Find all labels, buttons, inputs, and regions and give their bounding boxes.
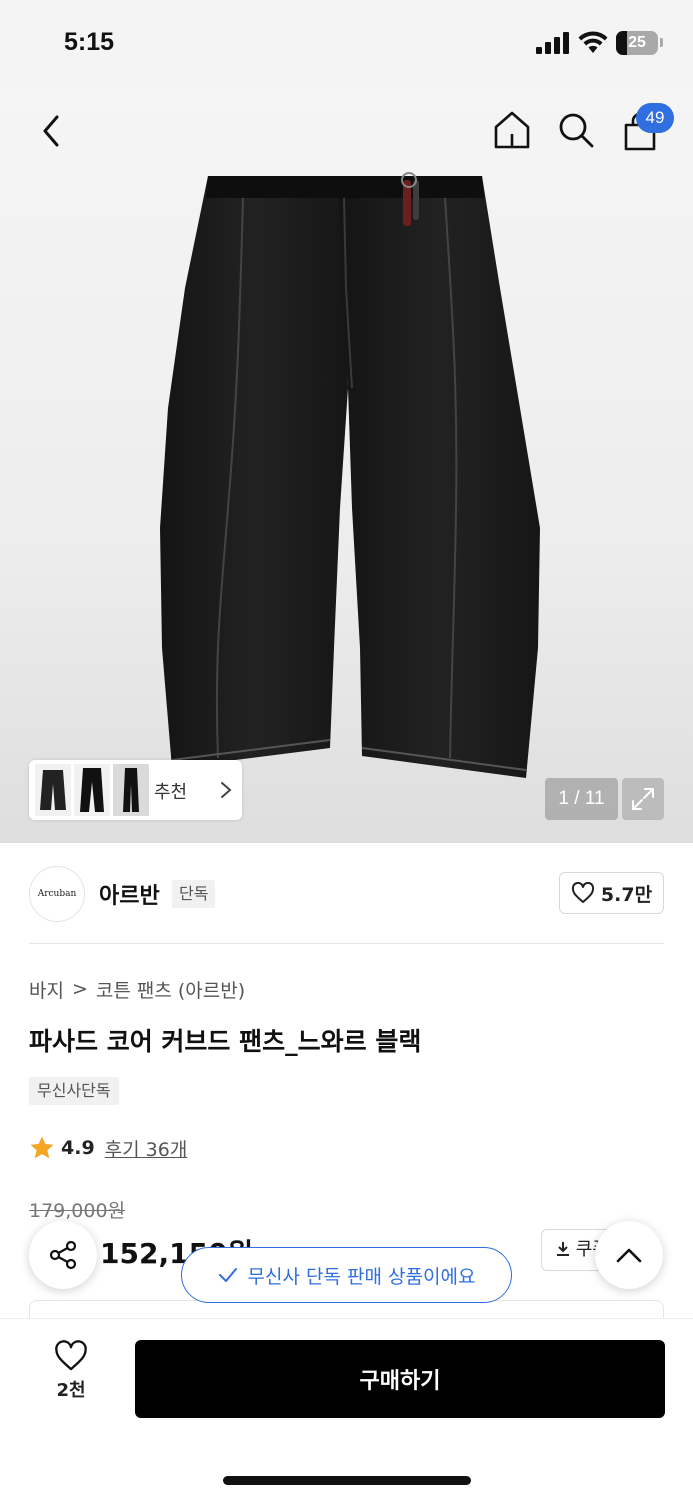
brand-logo-text: Arcuban [37,889,77,899]
image-counter: 1 / 11 [545,778,618,820]
pants-thumbnail-icon [123,768,139,812]
original-price: 179,000원 [29,1200,126,1222]
wifi-icon [578,31,608,53]
rating-score: 4.9 [61,1137,95,1159]
status-bar: 5:15 25 [0,0,693,88]
brand-exclusive-badge: 단독 [172,880,216,908]
back-button[interactable] [34,110,68,152]
breadcrumb-category[interactable]: 바지 [29,976,64,1003]
share-icon [49,1240,77,1270]
battery-percent: 25 [628,34,646,51]
home-button[interactable] [490,108,534,152]
cellular-signal-icon [536,32,569,54]
expand-button[interactable] [622,778,664,820]
divider [29,943,664,944]
toast-text: 무신사 단독 판매 상품이에요 [247,1265,476,1288]
product-title: 파사드 코어 커브드 팬츠_느와르 블랙 [29,1027,422,1056]
search-button[interactable] [554,108,598,152]
check-icon [218,1268,237,1282]
breadcrumb: 바지 > 코튼 팬츠 (아르반) [29,975,245,1003]
exclusive-toast: 무신사 단독 판매 상품이에요 [181,1247,512,1303]
download-icon [557,1242,569,1256]
recommend-thumbnail[interactable] [113,764,149,816]
rating-row: 4.9 후기 36개 [29,1133,187,1163]
brand-logo[interactable]: Arcuban [29,866,85,922]
recommend-strip[interactable]: 추천 [29,760,242,820]
chevron-left-icon [43,115,59,147]
review-link[interactable]: 후기 36개 [105,1135,188,1162]
breadcrumb-subcategory[interactable]: 코튼 팬츠 (아르반) [96,976,245,1003]
home-indicator [223,1476,471,1485]
battery-tip [660,38,663,47]
recommend-thumbnail[interactable] [74,764,110,816]
brand-like-button[interactable]: 5.7만 [559,872,664,914]
pants-thumbnail-icon [80,768,104,812]
breadcrumb-separator: > [71,978,88,1000]
expand-icon [632,788,654,810]
search-icon [559,113,594,148]
wishlist-count: 2천 [56,1380,86,1401]
product-image-black-curved-pants[interactable] [0,88,693,843]
chevron-up-icon [616,1248,642,1263]
star-icon [30,1136,54,1159]
buy-button[interactable]: 구매하기 [135,1340,665,1418]
recommend-thumbnail[interactable] [35,764,71,816]
share-button[interactable] [29,1221,97,1289]
heart-icon [55,1340,87,1371]
pants-thumbnail-icon [40,770,66,810]
buy-button-label: 구매하기 [359,1369,441,1394]
heart-icon [571,882,594,903]
exclusive-tag: 무신사단독 [29,1077,119,1105]
battery-icon: 25 [616,31,658,55]
chevron-right-icon [221,782,232,798]
brand-like-count: 5.7만 [600,883,653,906]
scroll-top-button[interactable] [595,1221,663,1289]
recommend-label: 추천 [154,782,188,803]
brand-name[interactable]: 아르반 [99,878,160,910]
home-icon [494,111,530,149]
cart-count-badge: 49 [636,103,674,133]
wishlist-button[interactable]: 2천 [40,1340,102,1418]
status-time: 5:15 [64,28,115,56]
